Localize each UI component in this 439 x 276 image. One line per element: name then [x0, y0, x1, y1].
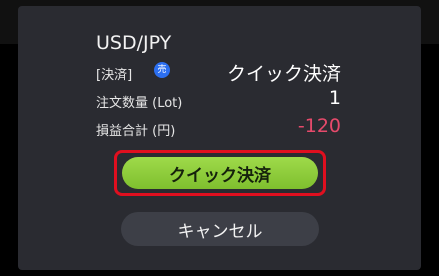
- settlement-label: [決済]: [96, 68, 133, 83]
- pnl-value: -120: [297, 115, 341, 137]
- currency-pair-title: USD/JPY: [96, 32, 172, 54]
- quantity-label: 注文数量 (Lot): [96, 96, 183, 111]
- sell-badge: 売: [154, 62, 170, 78]
- pnl-label: 損益合計 (円): [96, 124, 176, 139]
- quick-settle-button[interactable]: クイック決済: [122, 157, 318, 189]
- quick-settle-highlight: クイック決済: [114, 150, 326, 196]
- cancel-button[interactable]: キャンセル: [121, 212, 319, 246]
- quantity-value: 1: [328, 87, 341, 109]
- settlement-type-value: クイック決済: [226, 63, 341, 85]
